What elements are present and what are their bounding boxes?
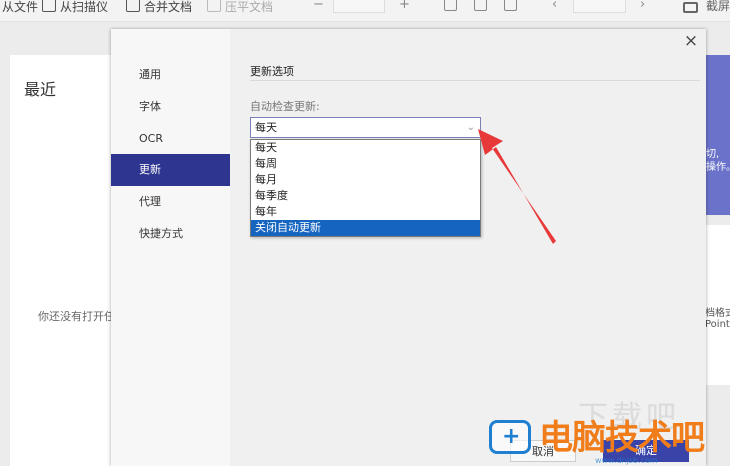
settings-dialog: 通用 字体 OCR 更新 代理 快捷方式 × 更新选项 自动检查更新: 每天 ⌄…: [111, 29, 706, 466]
scanner-icon: [42, 0, 56, 12]
empty-recent-message: 你还没有打开任: [38, 310, 115, 323]
compress-docs-button[interactable]: 压平文档: [207, 0, 274, 14]
nav-item-general[interactable]: 通用: [111, 59, 230, 91]
recent-panel: 最近 你还没有打开任: [10, 55, 120, 466]
open-file-button[interactable]: 从文件: [0, 0, 39, 14]
section-title: 更新选项: [250, 65, 294, 78]
nav-item-proxy[interactable]: 代理: [111, 186, 230, 218]
update-frequency-select[interactable]: 每天 ⌄: [250, 117, 481, 138]
section-divider: [250, 80, 700, 81]
fit-width-icon[interactable]: [444, 0, 457, 11]
option-monthly[interactable]: 每月: [251, 172, 480, 188]
option-daily[interactable]: 每天: [251, 140, 480, 156]
recent-title: 最近: [24, 80, 57, 99]
settings-nav: 通用 字体 OCR 更新 代理 快捷方式: [111, 29, 230, 466]
fit-page-icon[interactable]: [474, 0, 487, 11]
nav-item-ocr[interactable]: OCR: [111, 123, 230, 155]
merge-docs-button[interactable]: 合并文档: [126, 0, 193, 14]
from-scanner-button[interactable]: 从扫描仪: [42, 0, 109, 14]
nav-item-shortcuts[interactable]: 快捷方式: [111, 218, 230, 250]
update-frequency-value: 每天: [255, 121, 277, 134]
nav-item-update[interactable]: 更新: [111, 154, 230, 186]
nav-item-font[interactable]: 字体: [111, 91, 230, 123]
feature-text-2: Point: [705, 319, 730, 330]
ok-button[interactable]: 确定: [603, 440, 689, 462]
prev-page-button[interactable]: ‹: [552, 0, 557, 12]
merge-docs-label: 合并文档: [144, 0, 193, 14]
page-number-input[interactable]: [573, 0, 626, 13]
rotate-icon[interactable]: [504, 0, 517, 11]
compress-icon: [207, 0, 221, 12]
chevron-down-icon: ⌄: [466, 122, 475, 133]
promo-banner[interactable]: 切, 操作。: [704, 55, 730, 215]
zoom-in-button[interactable]: +: [399, 0, 410, 12]
feature-text-1: 档格式: [705, 308, 730, 319]
promo-text-2: 操作。: [706, 162, 730, 173]
compress-docs-label: 压平文档: [225, 0, 274, 14]
cancel-button[interactable]: 取消: [510, 440, 576, 462]
merge-icon: [126, 0, 140, 12]
close-icon[interactable]: ×: [682, 32, 700, 50]
main-toolbar: 从文件 从扫描仪 合并文档 压平文档 − + ‹ › 截屏: [0, 0, 730, 22]
zoom-out-button[interactable]: −: [313, 0, 324, 12]
from-scanner-label: 从扫描仪: [60, 0, 109, 14]
option-quarterly[interactable]: 每季度: [251, 188, 480, 204]
next-page-button[interactable]: ›: [640, 0, 645, 12]
open-file-label: 从文件: [2, 0, 39, 14]
option-disable-auto-update[interactable]: 关闭自动更新: [251, 220, 480, 236]
option-weekly[interactable]: 每周: [251, 156, 480, 172]
option-yearly[interactable]: 每年: [251, 204, 480, 220]
update-frequency-dropdown: 每天 每周 每月 每季度 每年 关闭自动更新: [250, 139, 481, 237]
zoom-input[interactable]: [333, 0, 385, 13]
camera-icon[interactable]: [683, 2, 698, 13]
feature-card[interactable]: 档格式 Point: [704, 225, 730, 385]
auto-update-label: 自动检查更新:: [250, 100, 320, 113]
screenshot-label[interactable]: 截屏: [706, 0, 730, 14]
